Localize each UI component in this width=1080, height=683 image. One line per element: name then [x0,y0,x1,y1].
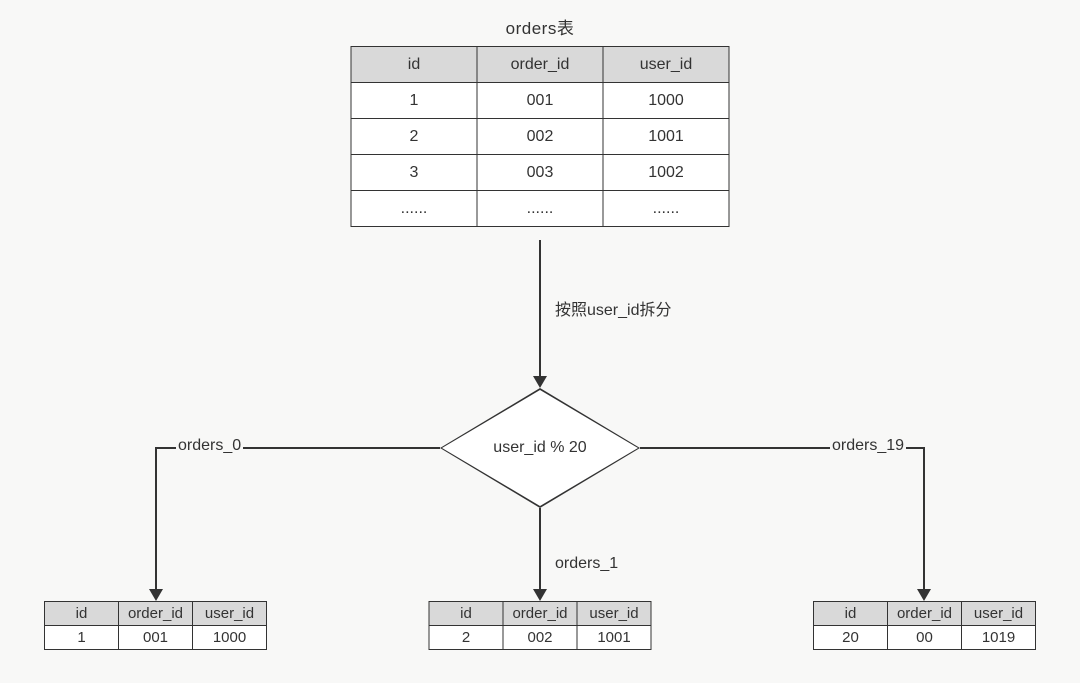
col-userid: user_id [603,47,729,83]
branch-left-label: orders_0 [176,437,243,455]
split-label: 按照user_id拆分 [553,296,673,320]
connector-line [539,240,541,376]
decision-text: user_id % 20 [442,390,638,506]
arrow-down-icon [917,589,931,601]
connector-line [155,447,157,589]
shard-table-orders-19: id order_id user_id 20 00 1019 [813,601,1036,650]
orders-table: id order_id user_id 1 001 1000 2 002 100… [351,46,730,227]
arrow-down-icon [533,589,547,601]
shard-table-orders-0: id order_id user_id 1 001 1000 [44,601,267,650]
table-row: 2 002 1001 [351,119,729,155]
table-row: 3 003 1002 [351,155,729,191]
diagram-title: orders表 [506,14,575,39]
table-row: ...... ...... ...... [351,191,729,227]
table-row: 20 00 1019 [814,626,1036,650]
decision-node: user_id % 20 [440,388,640,508]
table-row: 1 001 1000 [351,83,729,119]
col-id: id [351,47,477,83]
arrow-down-icon [533,376,547,388]
col-orderid: order_id [477,47,603,83]
table-row: 2 002 1001 [429,626,651,650]
connector-line [923,447,925,589]
shard-table-orders-1: id order_id user_id 2 002 1001 [429,601,652,650]
arrow-down-icon [149,589,163,601]
branch-right-label: orders_19 [830,437,906,455]
branch-center-label: orders_1 [553,555,620,573]
table-row: 1 001 1000 [45,626,267,650]
connector-line [539,508,541,589]
